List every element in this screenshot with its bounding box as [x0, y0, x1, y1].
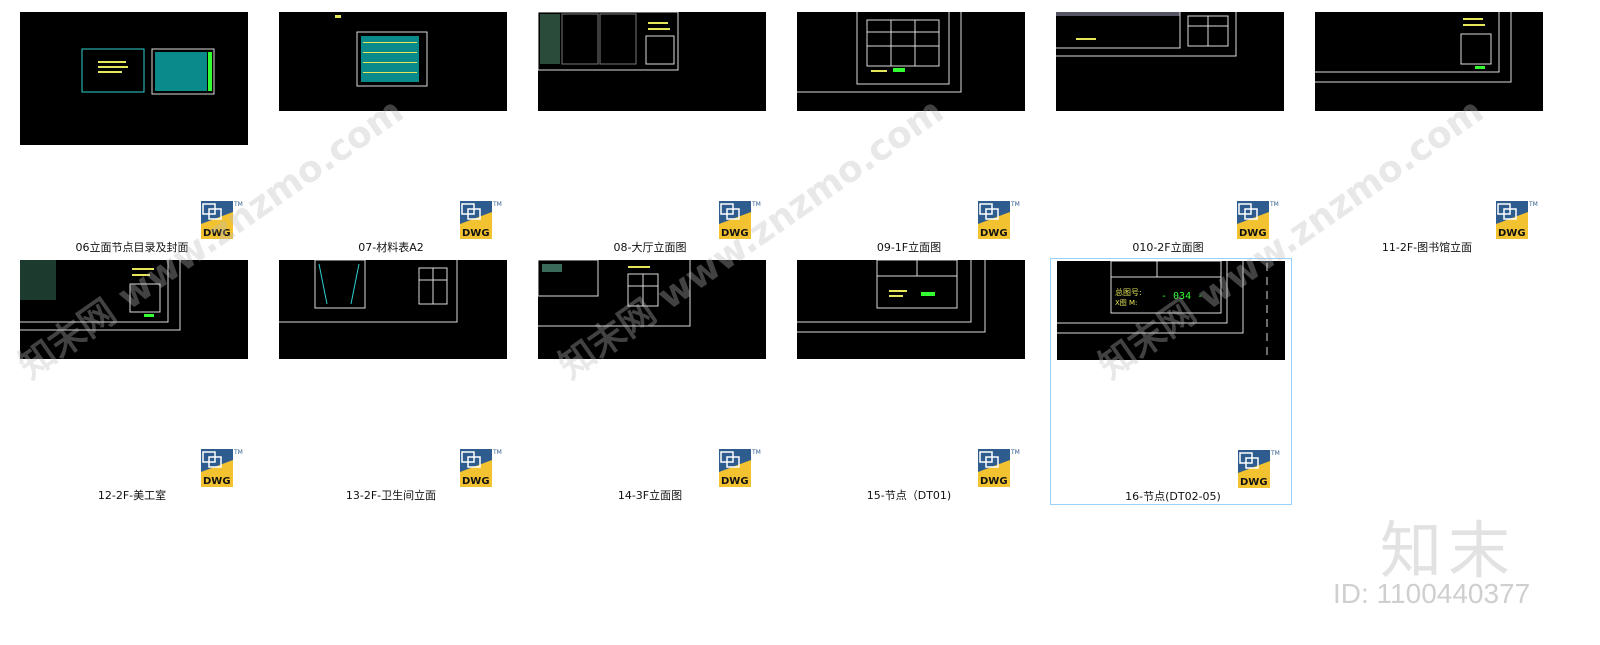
svg-text:TM: TM	[751, 201, 761, 208]
dwg-file-icon: DWG TM	[716, 446, 762, 492]
drawing-index-number: - 034 -	[1161, 291, 1203, 302]
dwg-file-icon: DWG TM	[1234, 198, 1280, 244]
dwg-file-icon: DWG TM	[198, 446, 244, 492]
file-tile[interactable]: DWG TM 07-材料表A2	[271, 10, 511, 258]
file-tile[interactable]: DWG TM 11-2F-图书馆立面	[1307, 10, 1547, 258]
svg-text:TM: TM	[233, 449, 243, 456]
file-tile[interactable]: DWG TM 12-2F-美工室	[12, 258, 252, 506]
svg-text:TM: TM	[1010, 449, 1020, 456]
file-tile[interactable]: DWG TM 13-2F-卫生间立面	[271, 258, 511, 506]
svg-text:TM: TM	[1270, 450, 1280, 457]
file-name-label: 11-2F-图书馆立面	[1381, 241, 1473, 254]
dwg-thumbnail	[538, 12, 766, 111]
file-name-label: 08-大厅立面图	[613, 241, 687, 254]
file-tile[interactable]: DWG TM 15-节点（DT01)	[789, 258, 1029, 506]
dwg-thumbnail	[797, 260, 1025, 359]
file-name-label: 07-材料表A2	[358, 241, 424, 254]
dwg-file-icon: DWG TM	[1235, 447, 1281, 493]
svg-text:DWG: DWG	[462, 476, 490, 487]
svg-text:TM: TM	[233, 201, 243, 208]
dwg-thumbnail	[279, 260, 507, 359]
dwg-file-icon: DWG TM	[457, 198, 503, 244]
svg-text:DWG: DWG	[980, 476, 1008, 487]
svg-text:TM: TM	[751, 449, 761, 456]
svg-text:DWG: DWG	[980, 228, 1008, 239]
dwg-thumbnail	[279, 12, 507, 111]
dwg-file-icon: DWG TM	[1493, 198, 1539, 244]
dwg-file-icon: DWG TM	[975, 446, 1021, 492]
svg-text:TM: TM	[492, 449, 502, 456]
dwg-file-icon: DWG TM	[975, 198, 1021, 244]
watermark-logo: 知末	[1380, 514, 1517, 587]
svg-text:TM: TM	[492, 201, 502, 208]
svg-text:DWG: DWG	[721, 476, 749, 487]
file-name-label: 010-2F立面图	[1132, 241, 1204, 254]
dwg-thumbnail: 总图号: X图 M: - 034 -	[1057, 261, 1285, 360]
dwg-thumbnail	[20, 260, 248, 359]
drawing-index-label: 总图号:	[1115, 287, 1142, 297]
file-tile[interactable]: DWG TM 010-2F立面图	[1048, 10, 1288, 258]
svg-text:DWG: DWG	[1498, 228, 1526, 239]
file-name-label: 13-2F-卫生间立面	[345, 489, 437, 502]
file-name-label: 09-1F立面图	[876, 241, 942, 254]
dwg-file-icon: DWG TM	[457, 446, 503, 492]
file-name-label: 12-2F-美工室	[97, 489, 167, 502]
drawing-index-sub: X图 M:	[1115, 299, 1137, 307]
file-tile[interactable]: DWG TM 06立面节点目录及封面	[12, 10, 252, 258]
dwg-file-icon: DWG TM	[716, 198, 762, 244]
dwg-thumbnail	[797, 12, 1025, 111]
file-tile[interactable]: DWG TM 08-大厅立面图	[530, 10, 770, 258]
file-tile[interactable]: DWG TM 14-3F立面图	[530, 258, 770, 506]
watermark-id: ID: 1100440377	[1333, 578, 1531, 609]
file-name-label: 16-节点(DT02-05)	[1125, 490, 1221, 503]
svg-text:DWG: DWG	[462, 228, 490, 239]
file-name-label: 06立面节点目录及封面	[75, 241, 189, 254]
svg-text:TM: TM	[1010, 201, 1020, 208]
dwg-thumbnail	[1315, 12, 1543, 111]
dwg-thumbnail	[1056, 12, 1284, 111]
dwg-thumbnail	[20, 12, 248, 145]
file-name-label: 15-节点（DT01)	[866, 489, 952, 502]
svg-text:DWG: DWG	[203, 228, 231, 239]
svg-text:TM: TM	[1269, 201, 1279, 208]
svg-text:DWG: DWG	[1239, 228, 1267, 239]
dwg-file-icon: DWG TM	[198, 198, 244, 244]
file-tile-selected[interactable]: 总图号: X图 M: - 034 - DWG TM 16-节点(DT02-05)	[1050, 258, 1292, 505]
dwg-thumbnail	[538, 260, 766, 359]
svg-text:TM: TM	[1528, 201, 1538, 208]
file-name-label: 14-3F立面图	[617, 489, 683, 502]
svg-text:DWG: DWG	[203, 476, 231, 487]
svg-text:DWG: DWG	[1240, 477, 1268, 488]
file-tile[interactable]: DWG TM 09-1F立面图	[789, 10, 1029, 258]
svg-text:DWG: DWG	[721, 228, 749, 239]
